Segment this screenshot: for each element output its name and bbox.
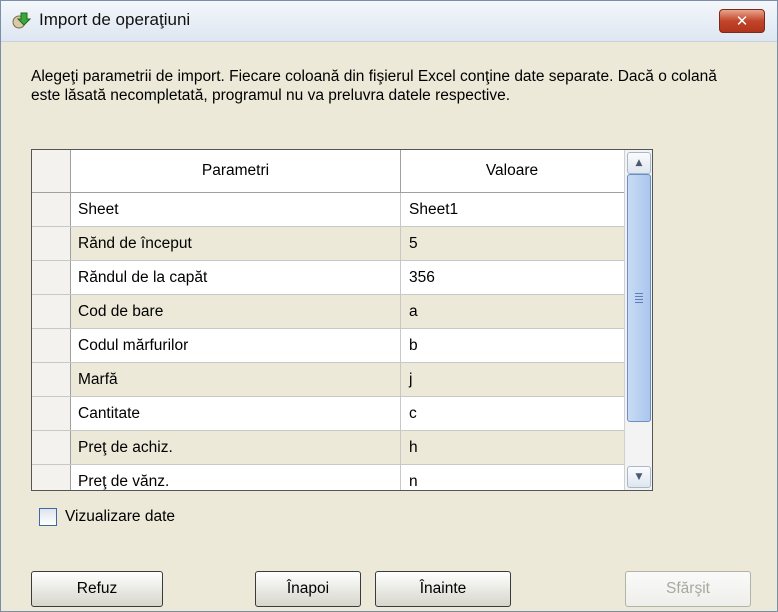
param-cell: Sheet [78,201,119,218]
close-icon: ✕ [735,12,749,30]
row-header[interactable] [32,295,71,328]
value-cell[interactable]: n [409,465,418,490]
table-row[interactable]: Preţ de achiz. h [32,431,624,465]
close-button[interactable]: ✕ [719,9,765,33]
value-cell[interactable]: 5 [409,227,418,260]
value-cell[interactable]: h [409,431,418,464]
value-cell[interactable]: 356 [409,261,435,294]
table-row[interactable]: Marfă j [32,363,624,397]
table-row[interactable]: Cod de bare a [32,295,624,329]
scroll-up-button[interactable]: ▲ [627,152,651,174]
vertical-scrollbar[interactable]: ▲ ▼ [624,150,652,490]
table-row[interactable]: Preţ de vănz. n [32,465,624,490]
preview-checkbox-label[interactable]: Vizualizare date [65,508,175,526]
back-button[interactable]: Înapoi [255,571,361,607]
refuz-button[interactable]: Refuz [31,571,163,607]
import-icon [11,11,32,31]
window-title: Import de operaţiuni [39,10,191,29]
row-header[interactable] [32,193,71,226]
instructions-text: Alegeţi parametrii de import. Fiecare co… [31,68,717,104]
param-cell: Rănd de început [78,235,192,252]
table-row[interactable]: Rănd de început 5 [32,227,624,261]
param-cell: Preţ de vănz. [78,473,170,490]
table-row[interactable]: Codul mărfurilor b [32,329,624,363]
row-header[interactable] [32,329,71,362]
row-header[interactable] [32,465,71,490]
value-cell[interactable]: Sheet1 [409,193,458,226]
arrow-up-icon: ▲ [635,158,643,168]
param-cell: Răndul de la capăt [78,269,208,286]
preview-checkbox[interactable] [39,508,57,526]
title-bar: Import de operaţiuni ✕ [1,1,777,42]
grid-header: Parametri Valoare [32,150,624,193]
table-row[interactable]: Răndul de la capăt 356 [32,261,624,295]
value-cell[interactable]: j [409,363,412,396]
value-cell[interactable]: b [409,329,418,362]
table-row[interactable]: Cantitate c [32,397,624,431]
column-header-valoare[interactable]: Valoare [401,150,623,192]
param-cell: Marfă [78,371,118,388]
param-cell: Preţ de achiz. [78,439,173,456]
column-header-parametri[interactable]: Parametri [71,150,401,192]
value-cell[interactable]: c [409,397,417,430]
scroll-down-button[interactable]: ▼ [627,466,651,488]
row-header[interactable] [32,363,71,396]
value-cell[interactable]: a [409,295,418,328]
table-row[interactable]: Sheet Sheet1 [32,193,624,227]
parameters-grid: Parametri Valoare Sheet Sheet1 Rănd de î… [31,149,653,491]
param-cell: Codul mărfurilor [78,337,189,354]
row-header[interactable] [32,227,71,260]
next-button[interactable]: Înainte [375,571,511,607]
row-header-corner [32,150,71,192]
arrow-down-icon: ▼ [635,472,643,482]
param-cell: Cod de bare [78,303,164,320]
import-dialog: Import de operaţiuni ✕ Alegeţi parametri… [0,0,778,612]
finish-button: Sfărşit [625,571,751,607]
row-header[interactable] [32,431,71,464]
row-header[interactable] [32,397,71,430]
scroll-thumb[interactable] [627,174,651,422]
param-cell: Cantitate [78,405,141,422]
row-header[interactable] [32,261,71,294]
